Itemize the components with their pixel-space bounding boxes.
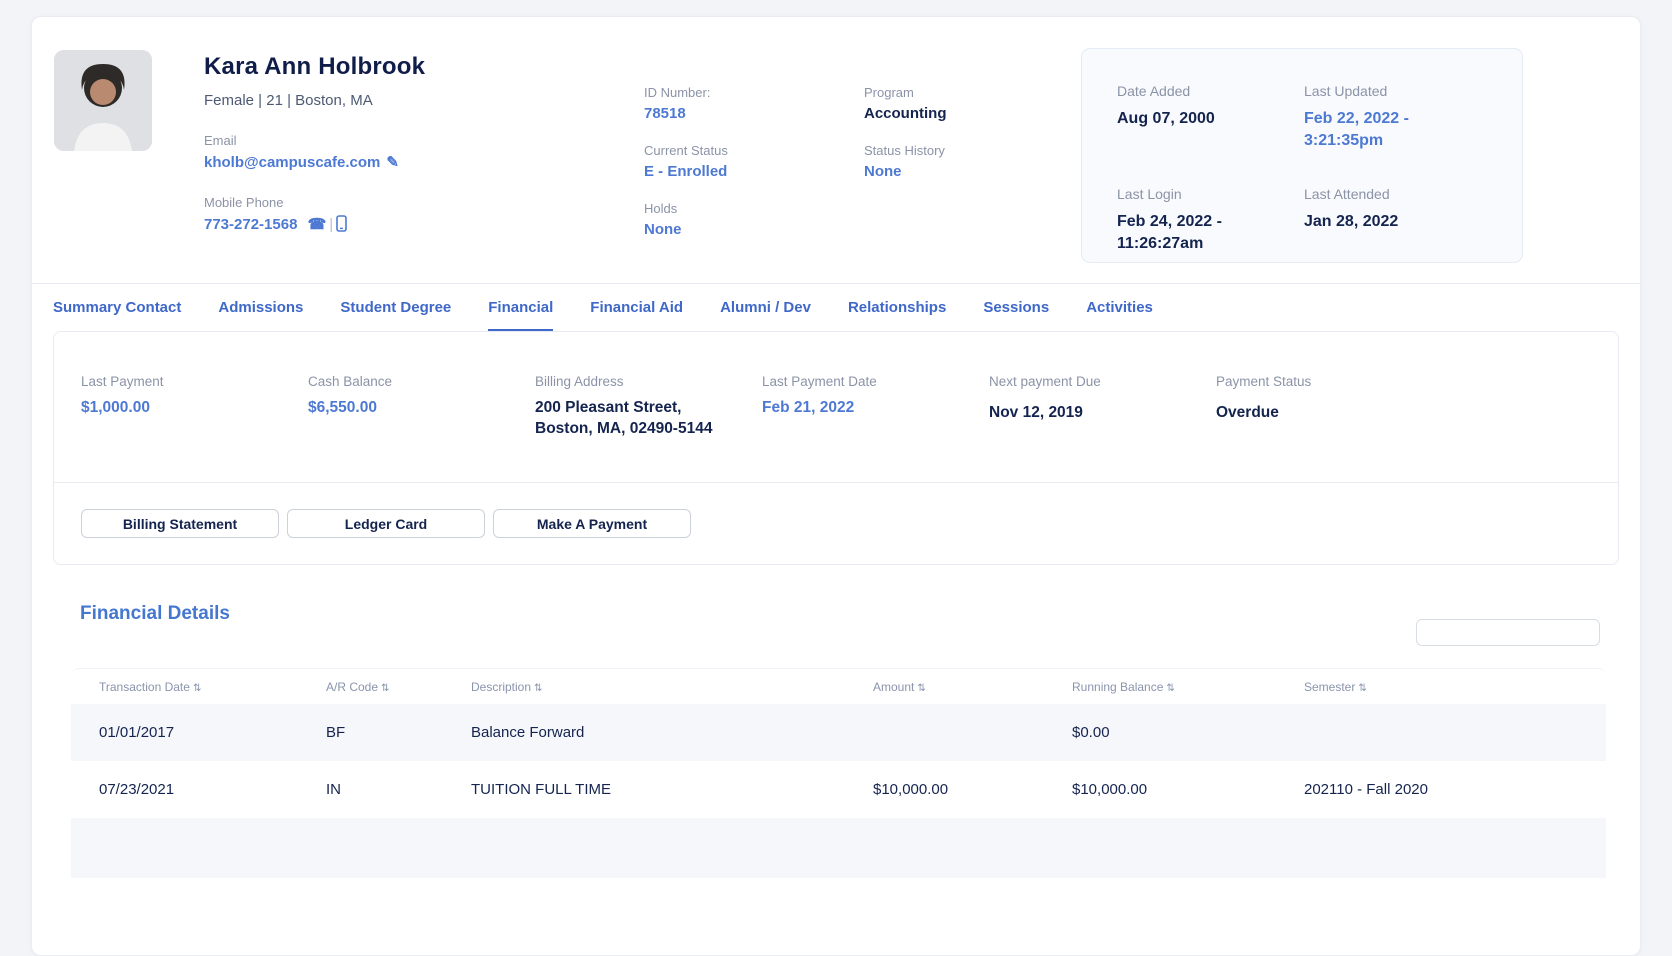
cell-running-balance: $10,000.00: [1072, 781, 1148, 798]
sort-icon: ⇅: [917, 682, 926, 694]
financial-tab-content: Last Payment $1,000.00 Cash Balance $6,5…: [32, 331, 1640, 878]
last-payment-date-label: Last Payment Date: [762, 374, 877, 389]
table-search-input[interactable]: [1416, 619, 1600, 646]
current-status-value[interactable]: E - Enrolled: [644, 163, 728, 180]
tab-summary-contact[interactable]: Summary Contact: [53, 284, 181, 331]
financial-summary-panel: Last Payment $1,000.00 Cash Balance $6,5…: [53, 331, 1619, 565]
date-added-value: Aug 07, 2000: [1117, 110, 1215, 127]
next-payment-due-value: Nov 12, 2019: [989, 404, 1083, 421]
edit-pencil-icon[interactable]: ✎: [386, 154, 399, 171]
last-attended-value: Jan 28, 2022: [1304, 212, 1399, 230]
ledger-card-button[interactable]: Ledger Card: [287, 509, 485, 538]
cell-amount: $10,000.00: [873, 781, 949, 798]
tab-sessions[interactable]: Sessions: [983, 284, 1049, 331]
financial-details-header: Financial Details: [53, 603, 1619, 648]
next-payment-due-label: Next payment Due: [989, 374, 1101, 389]
sort-icon: ⇅: [1166, 682, 1175, 694]
cell-transaction-date: 07/23/2021: [99, 781, 175, 798]
email-label: Email: [204, 133, 237, 148]
column-header-ar-code[interactable]: A/R Code ⇅: [326, 680, 471, 694]
column-header-running-balance[interactable]: Running Balance ⇅: [1072, 680, 1304, 694]
sort-icon: ⇅: [1358, 682, 1367, 694]
cell-transaction-date: 01/01/2017: [99, 724, 175, 741]
profile-header: Kara Ann Holbrook Female | 21 | Boston, …: [32, 17, 1640, 283]
last-login-value: Feb 24, 2022 - 11:26:27am: [1117, 212, 1222, 252]
cell-ar-code: IN: [326, 781, 341, 798]
call-phone-icon[interactable]: ☎: [308, 216, 327, 233]
cell-description: Balance Forward: [471, 724, 585, 741]
mobile-phone-link[interactable]: 773-272-1568: [204, 216, 297, 233]
icon-separator: |: [329, 216, 334, 233]
last-payment-date-value[interactable]: Feb 21, 2022: [762, 397, 989, 418]
last-payment-value[interactable]: $1,000.00: [81, 397, 308, 418]
financial-details-table: Transaction Date ⇅ A/R Code ⇅ Description ⇅…: [71, 668, 1606, 878]
table-row[interactable]: 07/23/2021 IN TUITION FULL TIME $10,000.…: [71, 761, 1606, 818]
financial-actions: Billing Statement Ledger Card Make A Pay…: [54, 483, 1618, 564]
profile-tabs: Summary Contact Admissions Student Degre…: [32, 283, 1640, 331]
tab-alumni-dev[interactable]: Alumni / Dev: [720, 284, 811, 331]
student-subtitle: Female | 21 | Boston, MA: [204, 92, 373, 109]
last-updated-value[interactable]: Feb 22, 2022 - 3:21:35pm: [1304, 108, 1474, 152]
cell-description: TUITION FULL TIME: [471, 781, 612, 798]
student-photo: [54, 50, 152, 151]
mobile-phone-label: Mobile Phone: [204, 195, 284, 210]
last-login-label: Last Login: [1117, 185, 1182, 202]
billing-address-value: 200 Pleasant Street, Boston, MA, 02490-5…: [535, 399, 713, 437]
program-label: Program: [864, 85, 914, 100]
tab-activities[interactable]: Activities: [1086, 284, 1153, 331]
student-name: Kara Ann Holbrook: [204, 53, 426, 80]
last-updated-label: Last Updated: [1304, 83, 1388, 99]
cash-balance-label: Cash Balance: [308, 374, 393, 389]
column-header-transaction-date[interactable]: Transaction Date ⇅: [99, 680, 326, 694]
id-number-value[interactable]: 78518: [644, 105, 728, 122]
status-history-label: Status History: [864, 143, 945, 158]
identity-block: Kara Ann Holbrook Female | 21 | Boston, …: [204, 53, 604, 233]
sort-icon: ⇅: [192, 682, 202, 694]
status-history-value[interactable]: None: [864, 163, 947, 180]
sort-icon: ⇅: [381, 682, 390, 694]
id-number-label: ID Number:: [644, 85, 711, 100]
holds-label: Holds: [644, 201, 678, 216]
table-row[interactable]: [71, 818, 1606, 878]
date-added-label: Date Added: [1117, 83, 1191, 99]
program-column: Program Accounting Status History None: [864, 85, 947, 201]
cell-running-balance: $0.00: [1072, 724, 1110, 741]
student-profile-card: Kara Ann Holbrook Female | 21 | Boston, …: [31, 16, 1641, 956]
payment-status-value: Overdue: [1216, 404, 1279, 421]
status-column: ID Number: 78518 Current Status E - Enro…: [644, 85, 728, 259]
email-link[interactable]: kholb@campuscafe.com: [204, 154, 380, 171]
mobile-device-icon[interactable]: [336, 215, 347, 232]
sort-icon: ⇅: [534, 682, 543, 694]
tab-relationships[interactable]: Relationships: [848, 284, 946, 331]
last-attended-label: Last Attended: [1304, 185, 1390, 202]
column-header-description[interactable]: Description ⇅: [471, 680, 873, 694]
tab-student-degree[interactable]: Student Degree: [340, 284, 451, 331]
table-row[interactable]: 01/01/2017 BF Balance Forward $0.00: [71, 704, 1606, 761]
current-status-label: Current Status: [644, 143, 728, 158]
record-meta-box: Date Added Aug 07, 2000 Last Updated Feb…: [1081, 48, 1523, 263]
cell-semester: 202110 - Fall 2020: [1304, 781, 1428, 798]
holds-value[interactable]: None: [644, 221, 728, 238]
tab-financial[interactable]: Financial: [488, 284, 554, 331]
table-header-row: Transaction Date ⇅ A/R Code ⇅ Description ⇅…: [71, 669, 1606, 704]
financial-details-title: Financial Details: [80, 603, 230, 624]
billing-statement-button[interactable]: Billing Statement: [81, 509, 279, 538]
cell-ar-code: BF: [326, 724, 346, 741]
make-a-payment-button[interactable]: Make A Payment: [493, 509, 691, 538]
student-photo-placeholder: [54, 50, 152, 151]
tab-admissions[interactable]: Admissions: [218, 284, 303, 331]
program-value: Accounting: [864, 105, 947, 122]
cash-balance-value[interactable]: $6,550.00: [308, 397, 535, 418]
column-header-semester[interactable]: Semester ⇅: [1304, 680, 1606, 694]
billing-address-label: Billing Address: [535, 374, 624, 389]
column-header-amount[interactable]: Amount ⇅: [873, 680, 1072, 694]
last-payment-label: Last Payment: [81, 374, 164, 389]
financial-summary-grid: Last Payment $1,000.00 Cash Balance $6,5…: [54, 332, 1618, 482]
tab-financial-aid[interactable]: Financial Aid: [590, 284, 683, 331]
payment-status-label: Payment Status: [1216, 374, 1312, 389]
